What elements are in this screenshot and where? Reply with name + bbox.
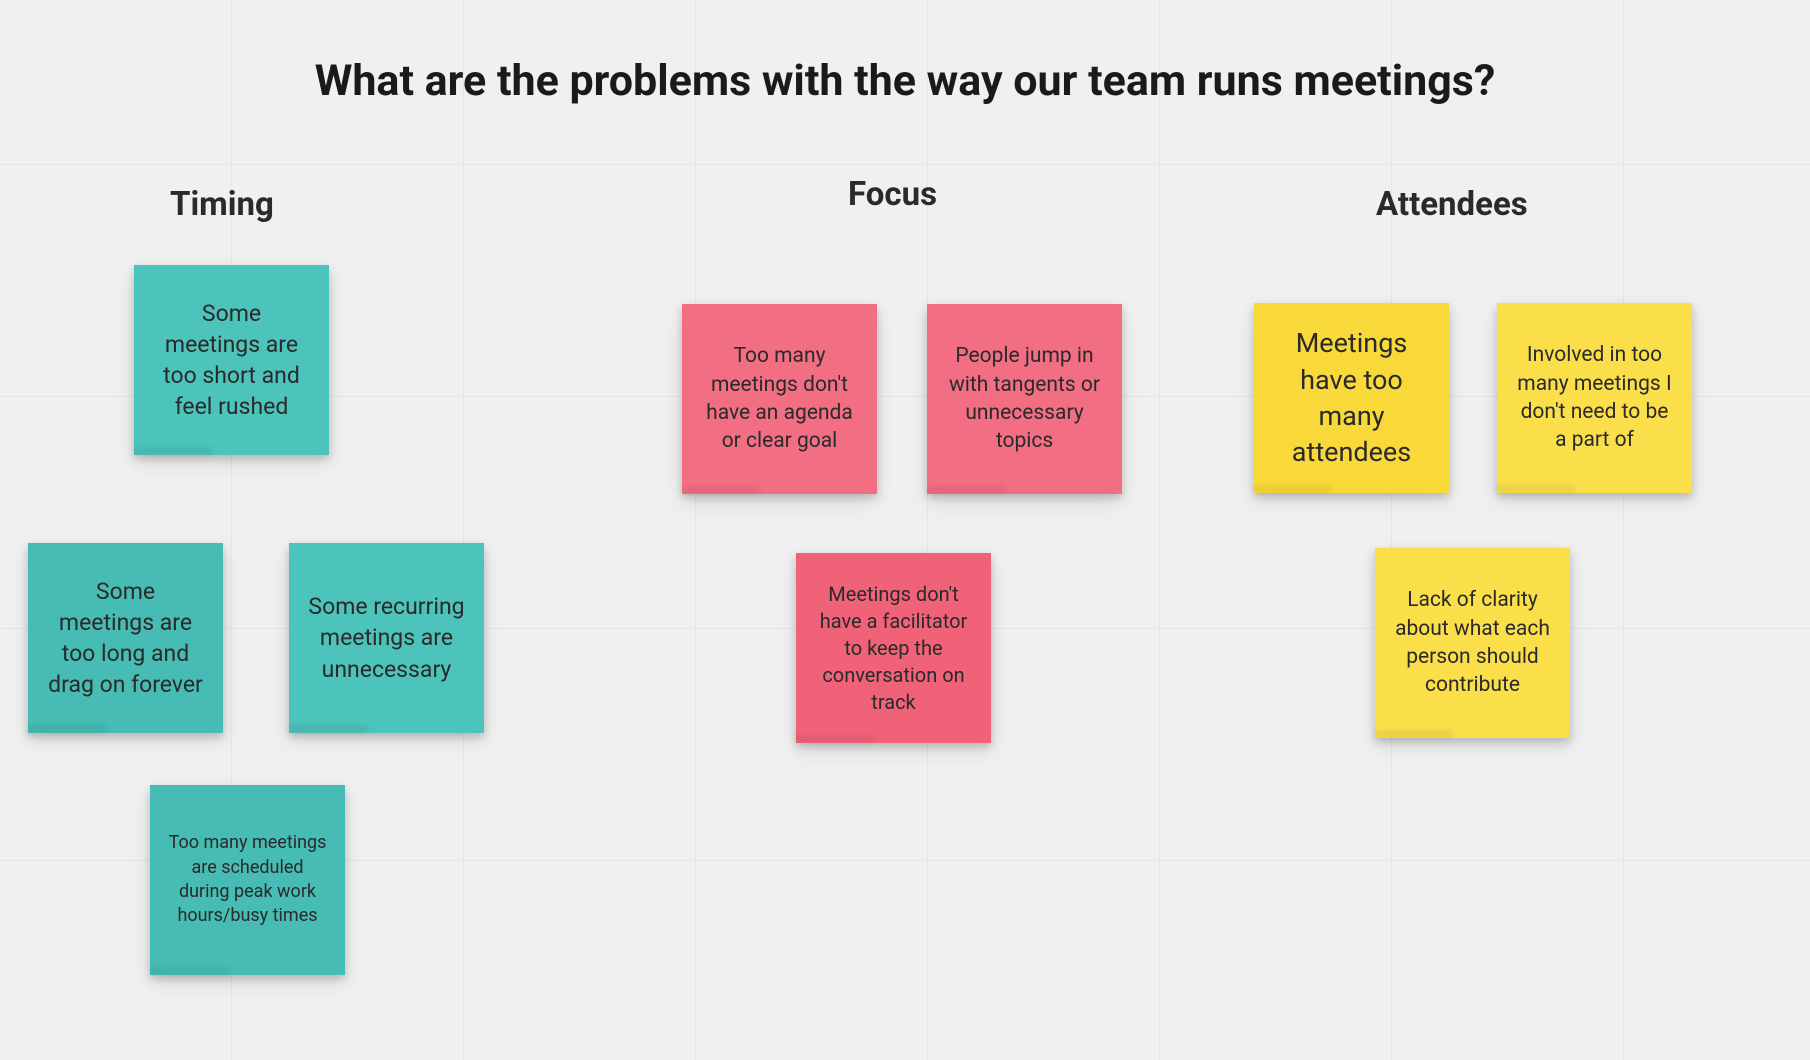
cluster-heading-focus[interactable]: Focus: [848, 175, 937, 214]
sticky-note[interactable]: Some recurring meetings are unnecessary: [289, 543, 484, 733]
sticky-note[interactable]: Some meetings are too short and feel rus…: [134, 265, 329, 455]
sticky-note[interactable]: Meetings have too many attendees: [1254, 303, 1449, 493]
sticky-note[interactable]: Too many meetings are scheduled during p…: [150, 785, 345, 975]
board-title[interactable]: What are the problems with the way our t…: [0, 56, 1810, 106]
sticky-note[interactable]: People jump in with tangents or unnecess…: [927, 304, 1122, 494]
sticky-note[interactable]: Too many meetings don't have an agenda o…: [682, 304, 877, 494]
sticky-note[interactable]: Meetings don't have a facilitator to kee…: [796, 553, 991, 743]
sticky-note[interactable]: Some meetings are too long and drag on f…: [28, 543, 223, 733]
cluster-heading-attendees[interactable]: Attendees: [1376, 185, 1528, 224]
cluster-heading-timing[interactable]: Timing: [170, 185, 274, 224]
sticky-note[interactable]: Involved in too many meetings I don't ne…: [1497, 303, 1692, 493]
sticky-note[interactable]: Lack of clarity about what each person s…: [1375, 548, 1570, 738]
